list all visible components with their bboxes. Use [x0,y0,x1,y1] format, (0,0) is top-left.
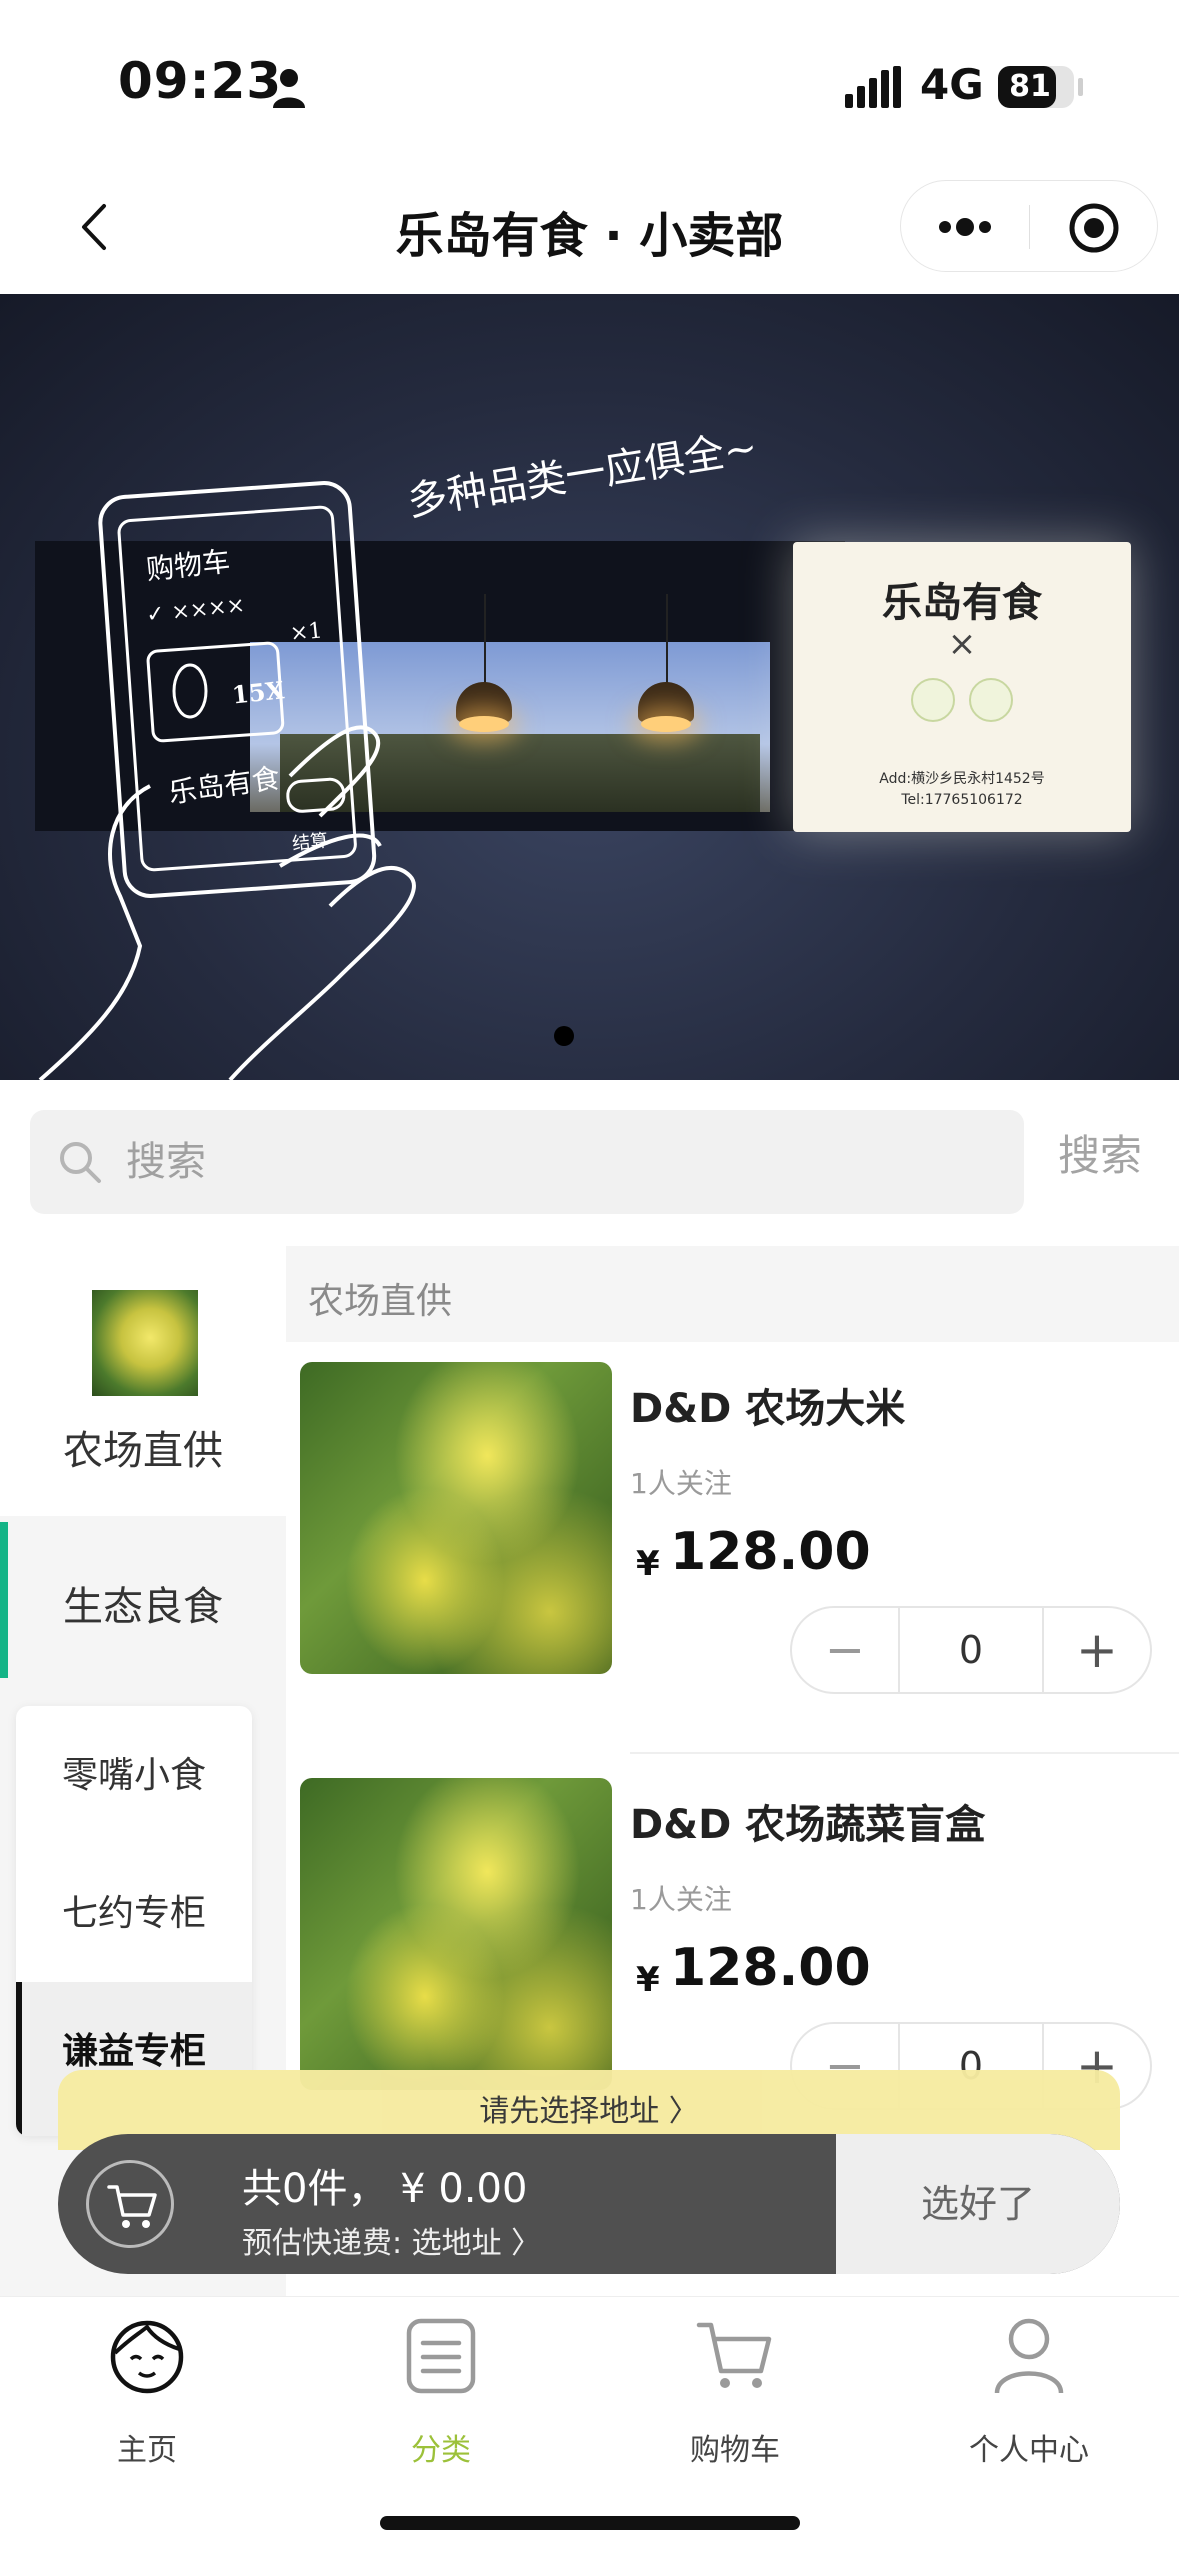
sign-logo-left [911,678,955,722]
search-icon [60,1142,101,1183]
battery-tip [1078,78,1083,96]
close-target-icon[interactable] [1067,201,1121,255]
sign-tel: Tel:17765106172 [901,792,1023,808]
tab-category[interactable]: 分类 [294,2297,588,2497]
status-time: 09:23 [118,52,283,110]
product-price: 128.00 [670,1938,871,1998]
sign-title: 乐岛有食 [882,579,1042,626]
signal-icon [845,66,901,108]
search-input[interactable] [126,1110,986,1214]
promo-banner[interactable]: 多种品类一应俱全~ 乐岛有食 × Add:横沙乡民永村1452号 Tel:177… [0,294,1179,1080]
cart-icon [696,2322,772,2388]
product-divider [630,1752,1179,1754]
search-button[interactable]: 搜索 [1058,1122,1142,1183]
product-followers: 1人关注 [630,1467,732,1500]
sketch-checkout: 结算 [291,830,330,855]
tab-label: 分类 [411,2433,471,2468]
tab-label: 主页 [117,2433,177,2468]
carousel-indicator[interactable] [554,1026,574,1046]
sidebar-item-eco-food[interactable]: 生态良食 [0,1522,286,1678]
currency-symbol: ¥ [636,1544,660,1584]
cart-icon [107,2185,157,2228]
tab-profile[interactable]: 个人中心 [882,2297,1176,2497]
product-card[interactable]: D&D 农场大米 1人关注 ¥ 128.00 − + [286,1342,1179,1758]
search-box[interactable] [30,1110,1024,1214]
product-price: 128.00 [670,1522,871,1582]
more-icon[interactable] [935,211,995,243]
sign-logo-right [969,678,1013,722]
product-image[interactable] [300,1362,612,1674]
product-followers: 1人关注 [630,1883,732,1916]
mini-program-capsule [900,180,1158,272]
increase-button[interactable]: + [1042,1608,1150,1692]
tab-label: 购物车 [690,2433,780,2468]
cart-summary: 共0件， ¥ 0.00 [242,2166,528,2212]
capsule-divider [1029,205,1030,249]
battery-icon: 81 [998,66,1074,108]
quantity-field[interactable] [902,1608,1040,1692]
section-title: 农场直供 [308,1281,453,1322]
category-list-icon [406,2318,476,2394]
category-thumbnail [92,1290,198,1396]
sign-address: Add:横沙乡民永村1452号 [879,771,1045,787]
network-label: 4G [920,60,984,109]
status-bar: 09:23 4G 81 [0,0,1179,160]
sidebar-subitem-qiyue[interactable]: 七约专柜 [16,1846,252,1982]
sketch-qty: ×1 [288,618,324,647]
battery-level: 81 [1009,69,1051,104]
sidebar-item-label: 生态良食 [63,1584,223,1630]
user-icon [994,2318,1064,2394]
section-header: 农场直供 [286,1246,1179,1342]
tab-label: 个人中心 [969,2433,1089,2468]
address-tip-text: 请先选择地址 〉 [479,2094,699,2129]
sketch-count: 15X [230,675,286,710]
currency-symbol: ¥ [636,1960,660,2000]
product-image[interactable] [300,1778,612,2090]
quantity-stepper: − + [790,1606,1152,1694]
sign-x: × [947,624,977,664]
subitem-active-bar [16,1982,22,2136]
sidebar-item-farm-direct[interactable]: 农场直供 [0,1246,286,1516]
product-name[interactable]: D&D 农场蔬菜盲盒 [630,1792,985,1850]
sidebar-subitem-snacks[interactable]: 零嘴小食 [16,1706,252,1846]
tab-home[interactable]: 主页 [0,2297,294,2497]
cart-button[interactable] [86,2160,174,2248]
nav-bar: 乐岛有食 · 小卖部 [0,160,1179,294]
lamp-glow [641,716,691,732]
lamp-cord [666,594,668,684]
shipping-estimate[interactable]: 预估快递费: 选地址 〉 [242,2218,541,2262]
cart-bar: 共0件， ¥ 0.00 预估快递费: 选地址 〉 选好了 [58,2134,1120,2274]
confirm-button[interactable]: 选好了 [836,2134,1120,2274]
person-icon [273,69,305,108]
home-face-icon [110,2320,184,2394]
store-sign: 乐岛有食 × Add:横沙乡民永村1452号 Tel:17765106172 [793,542,1131,832]
home-indicator [380,2516,800,2530]
decrease-button[interactable]: − [792,1608,900,1692]
tab-cart[interactable]: 购物车 [588,2297,882,2497]
search-row: 搜索 [0,1080,1179,1246]
product-name[interactable]: D&D 农场大米 [630,1376,905,1434]
sidebar-item-label: 农场直供 [63,1428,223,1474]
